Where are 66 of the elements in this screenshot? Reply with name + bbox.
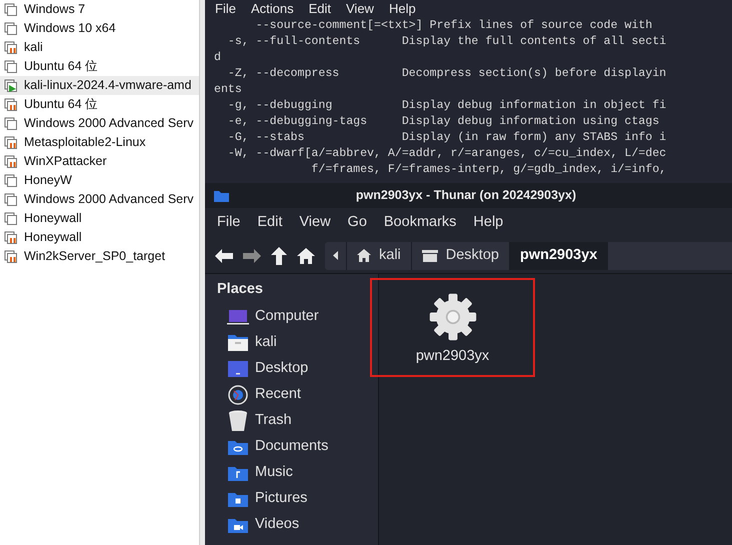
sidebar-item[interactable]: Trash: [217, 408, 378, 434]
vm-list-item[interactable]: WinXPattacker: [0, 152, 199, 171]
terminal-line: -s, --full-contents Display the full contents of all secti: [226, 34, 668, 50]
vm-list-item[interactable]: Ubuntu 64 位: [0, 57, 199, 76]
vm-list-item[interactable]: kali: [0, 38, 199, 57]
vm-list-item[interactable]: Metasploitable2-Linux: [0, 133, 199, 152]
clock-icon: [228, 385, 248, 405]
home-icon: [357, 249, 371, 262]
terminal-line: d: [214, 50, 222, 66]
vm-list-item[interactable]: Ubuntu 64 位: [0, 95, 199, 114]
terminal-line: f/=frames, F/=frames-interp, g/=gdb_index, i/=info,: [310, 162, 668, 178]
menu-item[interactable]: Bookmarks: [384, 212, 456, 234]
music-folder-icon: [226, 464, 248, 482]
path-button[interactable]: pwn2903yx: [510, 242, 608, 270]
vm-list-item[interactable]: Win2kServer_SP0_target: [0, 247, 199, 266]
sidebar-heading: Places: [217, 280, 264, 299]
up-arrow-icon[interactable]: [271, 246, 287, 264]
laptop-icon: [226, 309, 248, 325]
menu-item[interactable]: Actions: [250, 0, 294, 18]
terminal-line: -g, --debugging Display debug information in object fi: [226, 98, 668, 114]
icon-view-item[interactable]: pwn2903yx: [370, 278, 535, 377]
videos-folder-icon: [226, 516, 248, 534]
menu-item[interactable]: View: [346, 0, 374, 18]
menu-item[interactable]: File: [217, 212, 240, 234]
terminal-line: -Z, --decompress Decompress section(s) before displayin: [226, 66, 668, 82]
forward-arrow-icon[interactable]: [243, 248, 261, 262]
menu-item[interactable]: View: [299, 212, 331, 234]
menu-item[interactable]: Help: [473, 212, 504, 234]
terminal-line: ents: [214, 82, 243, 98]
terminal-line: --source-comment[=<txt>] Prefix lines of source code with: [254, 18, 654, 34]
vm-list-item[interactable]: Windows 2000 Advanced Serv: [0, 114, 199, 133]
home-icon[interactable]: [297, 248, 315, 264]
menu-item[interactable]: Help: [388, 0, 416, 18]
home-folder-icon: [226, 334, 248, 352]
vm-list-item[interactable]: Honeywall: [0, 228, 199, 247]
file-name: pwn2903yx: [416, 347, 490, 366]
vm-list-item[interactable]: Windows 10 x64: [0, 19, 199, 38]
desktop-icon: [422, 250, 438, 262]
documents-folder-icon: [226, 438, 248, 456]
menu-item[interactable]: Go: [348, 212, 367, 234]
sidebar-item[interactable]: Documents: [217, 434, 378, 460]
terminal-line: -e, --debugging-tags Display debug information using ctags: [226, 114, 660, 130]
pictures-folder-icon: [226, 490, 248, 508]
vm-list-item[interactable]: kali-linux-2024.4-vmware-amd: [0, 76, 199, 95]
sidebar-item[interactable]: Recent: [217, 382, 378, 408]
sidebar-item[interactable]: Music: [217, 460, 378, 486]
sidebar-item[interactable]: Videos: [217, 512, 378, 538]
vm-list-item[interactable]: Windows 7: [0, 0, 199, 19]
folder-icon: [214, 190, 229, 202]
menu-item[interactable]: Edit: [308, 0, 331, 18]
terminal-line: -W, --dwarf[a/=abbrev, A/=addr, r/=aranges, c/=cu_index, L/=dec: [226, 146, 668, 162]
vm-list-item[interactable]: Honeywall: [0, 209, 199, 228]
window-title: pwn2903yx - Thunar (on 20242903yx): [354, 187, 578, 204]
menu-item[interactable]: File: [215, 0, 236, 18]
desktop-folder-icon: [226, 360, 248, 378]
gear-icon: [428, 292, 478, 342]
path-button[interactable]: kali: [347, 242, 412, 270]
back-arrow-icon[interactable]: [215, 248, 233, 262]
caret-icon: [333, 251, 338, 260]
trash-icon: [228, 410, 248, 432]
path-button[interactable]: Desktop: [412, 242, 510, 270]
menu-item[interactable]: Edit: [257, 212, 282, 234]
terminal-line: -G, --stabs Display (in raw form) any STABS info i: [226, 130, 668, 146]
vm-list-item[interactable]: Windows 2000 Advanced Serv: [0, 190, 199, 209]
sidebar-item[interactable]: Pictures: [217, 486, 378, 512]
vm-list-item[interactable]: HoneyW: [0, 171, 199, 190]
